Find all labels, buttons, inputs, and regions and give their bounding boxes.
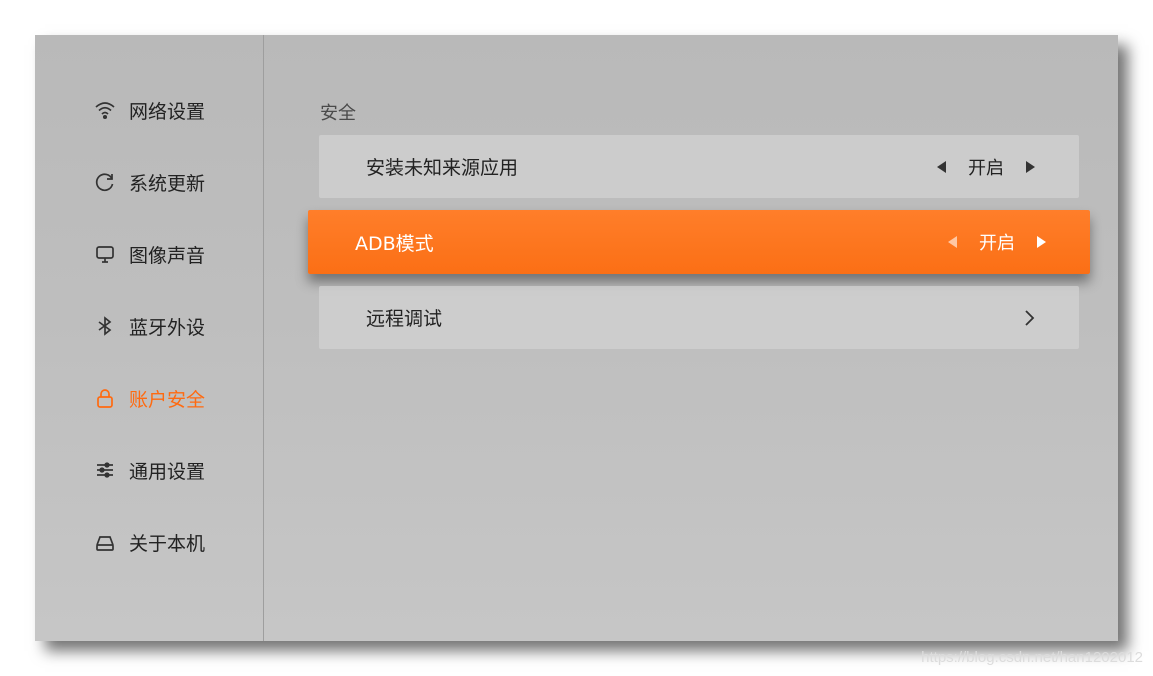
sidebar-item-label: 网络设置: [129, 100, 206, 123]
sidebar-item-bluetooth[interactable]: 蓝牙外设: [93, 311, 205, 341]
setting-row-remote-debugging[interactable]: 远程调试: [319, 286, 1079, 349]
setting-value: 开启: [979, 233, 1015, 254]
sidebar-item-picture-sound[interactable]: 图像声音: [93, 239, 205, 269]
sidebar-item-label: 系统更新: [129, 172, 206, 195]
sidebar-item-network[interactable]: 网络设置: [93, 95, 205, 125]
arrow-right-icon[interactable]: [1037, 236, 1046, 248]
sidebar-item-system-update[interactable]: 系统更新: [93, 167, 205, 197]
arrow-left-icon[interactable]: [948, 236, 957, 248]
refresh-icon: [93, 170, 117, 194]
lock-icon: [93, 386, 117, 410]
drive-icon: [93, 530, 117, 554]
value-switcher[interactable]: 开启: [937, 154, 1035, 180]
sliders-icon: [93, 458, 117, 482]
setting-label: ADB模式: [355, 232, 434, 255]
wifi-icon: [93, 98, 117, 122]
chevron-right-icon: [1023, 309, 1035, 327]
arrow-left-icon[interactable]: [937, 160, 946, 173]
sidebar-item-account-security[interactable]: 账户安全: [93, 383, 205, 413]
bluetooth-icon: [93, 314, 117, 338]
sidebar-item-label: 蓝牙外设: [129, 316, 206, 339]
setting-label: 安装未知来源应用: [366, 157, 519, 179]
arrow-right-icon[interactable]: [1026, 160, 1035, 173]
sidebar-item-label: 账户安全: [129, 388, 206, 411]
sidebar-item-label: 关于本机: [129, 532, 206, 555]
sidebar-item-label: 图像声音: [129, 244, 206, 267]
setting-row-unknown-sources[interactable]: 安装未知来源应用 开启: [319, 135, 1079, 198]
section-title: 安全: [320, 103, 356, 124]
setting-label: 远程调试: [366, 308, 443, 330]
setting-row-adb-mode[interactable]: ADB模式 开启: [308, 210, 1090, 274]
setting-value: 开启: [968, 157, 1004, 179]
sidebar: 网络设置 系统更新 图像声音 蓝牙外设 账户安全 通用设置 关于本机: [35, 35, 264, 641]
sidebar-item-label: 通用设置: [129, 460, 206, 483]
monitor-icon: [93, 242, 117, 266]
watermark: https://blog.csdn.net/han1202012: [921, 649, 1143, 666]
value-switcher[interactable]: 开启: [948, 229, 1046, 255]
settings-window: 网络设置 系统更新 图像声音 蓝牙外设 账户安全 通用设置 关于本机 安全 安装…: [35, 35, 1118, 641]
sidebar-item-general-settings[interactable]: 通用设置: [93, 455, 205, 485]
sidebar-item-about[interactable]: 关于本机: [93, 527, 205, 557]
